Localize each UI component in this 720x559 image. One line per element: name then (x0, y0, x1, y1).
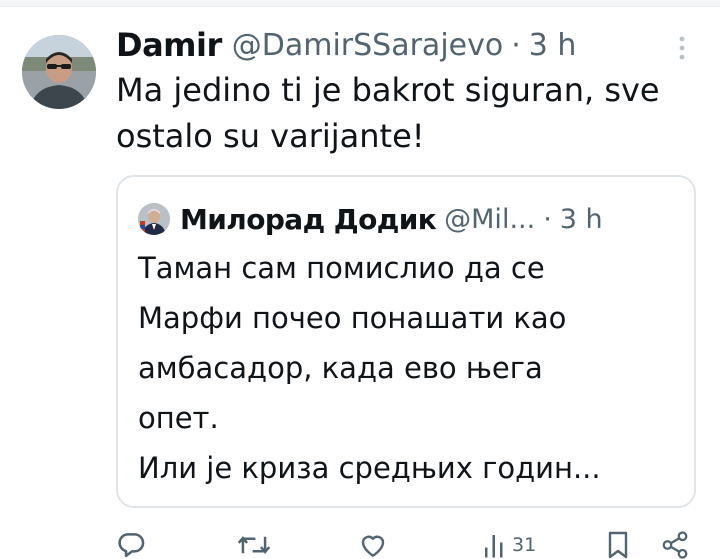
reply-icon (118, 533, 145, 558)
quoted-author-avatar (138, 203, 170, 235)
share-button[interactable] (660, 525, 690, 559)
heart-icon (361, 535, 385, 557)
like-button[interactable] (357, 525, 389, 559)
separator-dot: · (543, 203, 552, 235)
quoted-text-line: Или је криза средњих годин... (138, 451, 601, 485)
quoted-tweet-timestamp[interactable]: 3 h (560, 204, 603, 235)
bookmark-icon (608, 531, 628, 559)
retweet-button[interactable] (236, 525, 272, 559)
feed-divider (0, 0, 720, 7)
tweet-text: Ma jedino ti je bakrot siguran, sve osta… (116, 71, 660, 155)
author-handle[interactable]: @DamirSSarajevo (232, 28, 503, 63)
bookmark-button[interactable] (604, 525, 632, 559)
quoted-tweet-header: Милорад Додик @Mil... · 3 h (138, 199, 603, 239)
separator-dot: · (511, 27, 521, 63)
quoted-text-line: Марфи почео понашати као (138, 301, 567, 335)
retweet-icon (237, 536, 271, 554)
tweet-action-bar: 31 (0, 525, 720, 559)
quoted-tweet-text: Таман сам помислио да се Марфи почео пон… (138, 243, 678, 493)
tweet-timestamp[interactable]: 3 h (529, 28, 577, 63)
more-icon (679, 36, 685, 60)
quoted-author-name[interactable]: Милорад Додик (180, 203, 437, 236)
quoted-text-line: амбасадор, када ево њега (138, 351, 543, 385)
tweet-header: Damir @DamirSSarajevo · 3 h (116, 23, 576, 67)
reply-button[interactable] (114, 525, 148, 559)
author-name[interactable]: Damir (116, 26, 222, 64)
views-count: 31 (512, 534, 537, 556)
share-icon (662, 531, 688, 559)
views-icon (485, 535, 503, 558)
author-avatar[interactable] (22, 35, 96, 109)
quoted-tweet-card[interactable]: Милорад Додик @Mil... · 3 h Таман сам по… (116, 175, 696, 508)
more-options-button[interactable] (668, 31, 696, 65)
tweet[interactable]: Damir @DamirSSarajevo · 3 h Ma jedino ti… (0, 7, 720, 559)
quoted-text-line: опет. (138, 401, 219, 435)
quoted-author-handle[interactable]: @Mil... (444, 204, 535, 235)
views-button[interactable]: 31 (482, 525, 536, 559)
quoted-text-line: Таман сам помислио да се (138, 251, 545, 285)
